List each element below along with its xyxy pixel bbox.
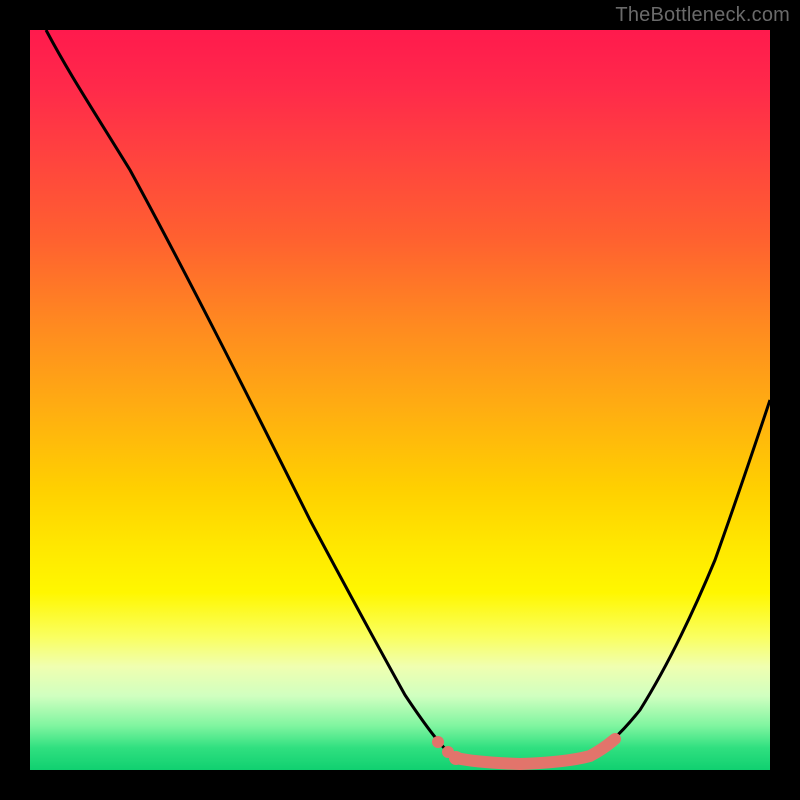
right-curve [590,400,770,756]
highlight-segment [456,739,615,764]
left-curve [46,30,456,758]
curve-layer [30,30,770,770]
highlight-dot [449,751,463,765]
watermark-text: TheBottleneck.com [615,4,790,27]
chart-frame: TheBottleneck.com [0,0,800,800]
highlight-dot [432,736,444,748]
